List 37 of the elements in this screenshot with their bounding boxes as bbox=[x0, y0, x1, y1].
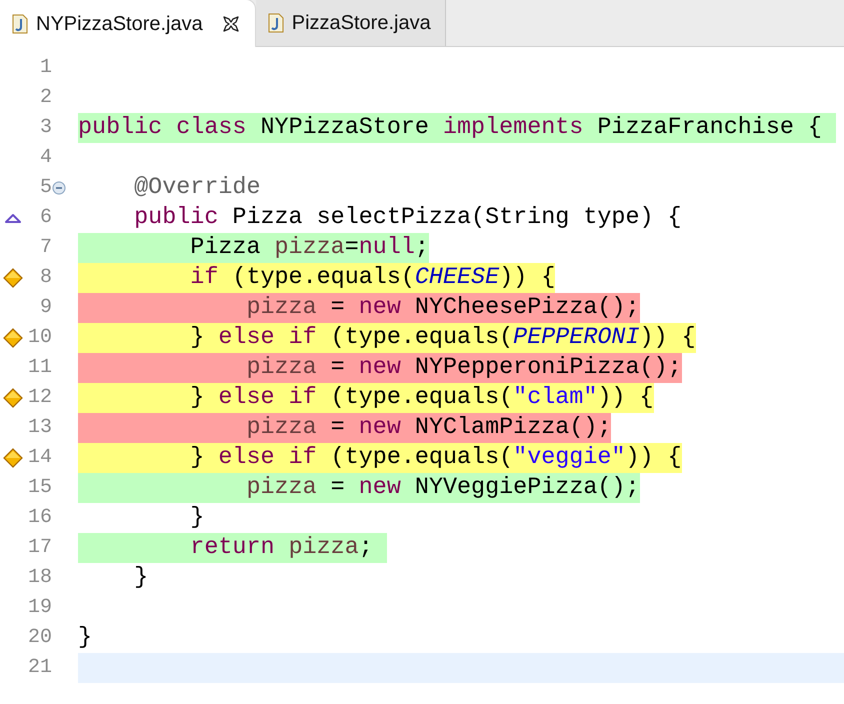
java-file-icon bbox=[268, 13, 284, 33]
line-number: 2 bbox=[38, 85, 52, 111]
diamond-icon bbox=[3, 328, 23, 348]
line-number: 8 bbox=[38, 265, 52, 291]
line-number: 5 bbox=[38, 175, 52, 201]
line-number: 20 bbox=[26, 625, 52, 651]
line-number: 3 bbox=[38, 115, 52, 141]
java-file-icon bbox=[12, 14, 28, 34]
override-triangle-icon bbox=[4, 212, 22, 224]
line-number: 1 bbox=[38, 55, 52, 81]
line-number: 11 bbox=[26, 355, 52, 381]
line-number: 6 bbox=[38, 205, 52, 231]
code-line: public Pizza selectPizza(String type) { bbox=[133, 204, 682, 233]
line-number: 18 bbox=[26, 565, 52, 591]
diamond-icon bbox=[3, 388, 23, 408]
line-number: 9 bbox=[38, 295, 52, 321]
code-line: } bbox=[133, 564, 148, 593]
line-number: 14 bbox=[26, 445, 52, 471]
line-number: 10 bbox=[26, 325, 52, 351]
code-line: } bbox=[78, 624, 92, 653]
line-number: 12 bbox=[26, 385, 52, 411]
code-line: @Override bbox=[133, 174, 260, 203]
line-number: 4 bbox=[38, 145, 52, 171]
line-number: 17 bbox=[26, 535, 52, 561]
diamond-icon bbox=[3, 448, 23, 468]
line-number: 16 bbox=[26, 505, 52, 531]
file-tab[interactable]: NYPizzaStore.java bbox=[0, 0, 256, 47]
line-number: 15 bbox=[26, 475, 52, 501]
line-number: 13 bbox=[26, 415, 52, 441]
code-line: } bbox=[189, 504, 204, 533]
diamond-icon bbox=[3, 268, 23, 288]
line-number: 19 bbox=[26, 595, 52, 621]
close-icon[interactable] bbox=[220, 14, 241, 34]
file-tab[interactable]: PizzaStore.java bbox=[256, 0, 446, 46]
collapse-icon[interactable] bbox=[52, 181, 66, 195]
line-number: 7 bbox=[38, 235, 52, 261]
line-number: 21 bbox=[26, 655, 52, 681]
